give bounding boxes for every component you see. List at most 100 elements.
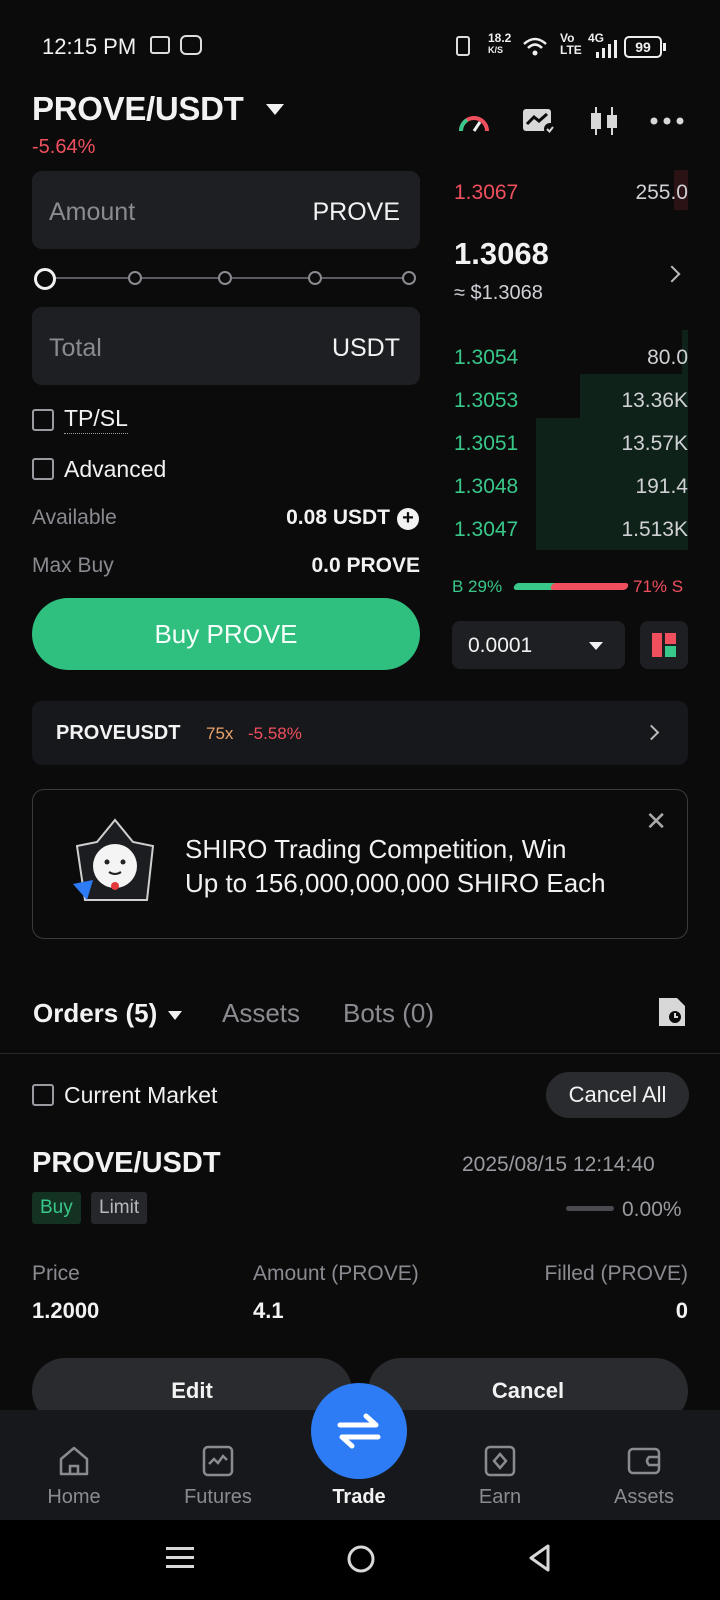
pair-caret-icon[interactable] xyxy=(266,104,284,115)
pair-selector[interactable]: PROVE/USDT xyxy=(32,90,244,128)
calendar-icon xyxy=(150,36,170,54)
chevron-right-icon[interactable] xyxy=(663,265,681,283)
vibrate-icon xyxy=(456,36,470,56)
volte: Vo LTE xyxy=(560,32,582,56)
ask-qty: 255.0 xyxy=(635,181,688,204)
promo-banner[interactable]: SHIRO Trading Competition, Win Up to 156… xyxy=(32,789,688,939)
total-unit: USDT xyxy=(331,334,400,362)
tpsl-checkbox[interactable] xyxy=(32,409,54,431)
book-layout-icon xyxy=(652,633,676,657)
earn-icon xyxy=(483,1444,517,1478)
slider-step-75[interactable] xyxy=(308,271,322,285)
deposit-plus-icon[interactable]: + xyxy=(397,508,419,530)
amount-slider-knob[interactable] xyxy=(34,268,56,290)
volte-bottom: LTE xyxy=(560,43,582,57)
book-layout-button[interactable] xyxy=(640,621,688,669)
cancel-all-button[interactable]: Cancel All xyxy=(546,1072,689,1118)
futures-change: -5.58% xyxy=(248,724,302,743)
trade-button[interactable] xyxy=(311,1383,407,1479)
current-market-label[interactable]: Current Market xyxy=(64,1082,217,1109)
order-pair[interactable]: PROVE/USDT xyxy=(32,1147,221,1180)
notification-icon xyxy=(180,35,202,55)
order-history-icon[interactable] xyxy=(657,996,687,1033)
bid-price[interactable]: 1.3048 xyxy=(454,475,518,499)
bid-price[interactable]: 1.3053 xyxy=(454,389,518,413)
promo-line-2: Up to 156,000,000,000 SHIRO Each xyxy=(185,868,606,898)
futures-link[interactable]: PROVEUSDT 75x -5.58% xyxy=(32,701,688,765)
nav-futures[interactable]: Futures xyxy=(163,1410,273,1520)
battery-icon: 99 xyxy=(624,36,662,58)
sell-ratio-bar xyxy=(549,583,630,590)
tab-bots[interactable]: Bots (0) xyxy=(343,998,434,1029)
signal-icon xyxy=(596,40,617,58)
slider-step-50[interactable] xyxy=(218,271,232,285)
amount-unit: PROVE xyxy=(312,198,400,226)
bid-qty: 191.4 xyxy=(635,475,688,498)
menu-icon[interactable] xyxy=(166,1544,194,1572)
chart-check-icon[interactable] xyxy=(520,104,558,138)
amount-placeholder: Amount xyxy=(49,198,136,226)
home-circle-icon[interactable] xyxy=(346,1544,376,1574)
futures-icon xyxy=(201,1444,235,1478)
status-time: 12:15 PM xyxy=(42,34,137,59)
total-field[interactable]: Total USDT xyxy=(32,307,420,385)
bid-price[interactable]: 1.3051 xyxy=(454,432,518,456)
available-label: Available xyxy=(32,506,117,529)
buy-button[interactable]: Buy PROVE xyxy=(32,598,420,670)
bid-price[interactable]: 1.3047 xyxy=(454,518,518,542)
amount-header: Amount (PROVE) xyxy=(253,1262,419,1285)
net-speed-unit: K/S xyxy=(488,45,504,55)
tpsl-label[interactable]: TP/SL xyxy=(64,405,128,434)
nav-home[interactable]: Home xyxy=(19,1410,129,1520)
futures-name: PROVEUSDT xyxy=(56,722,181,744)
last-price-usd: ≈ $1.3068 xyxy=(454,282,543,304)
net-speed: 18.2 K/S xyxy=(488,32,511,56)
gauge-icon[interactable] xyxy=(455,104,493,138)
sell-ratio: 71% S xyxy=(633,577,684,596)
system-nav-bar xyxy=(0,1520,720,1600)
current-market-checkbox[interactable] xyxy=(32,1084,54,1106)
shiro-cat-icon xyxy=(73,818,155,901)
last-price[interactable]: 1.3068 xyxy=(454,236,549,272)
advanced-checkbox[interactable] xyxy=(32,458,54,480)
price-header: Price xyxy=(32,1262,80,1285)
nav-earn-label: Earn xyxy=(478,1486,522,1508)
home-icon xyxy=(57,1444,91,1478)
futures-leverage: 75x xyxy=(206,724,234,743)
tab-assets[interactable]: Assets xyxy=(222,998,300,1029)
net-speed-value: 18.2 xyxy=(488,31,512,45)
total-placeholder: Total xyxy=(49,334,102,362)
maxbuy-value: 0.0 PROVE xyxy=(311,554,420,577)
pair-change: -5.64% xyxy=(32,136,96,158)
nav-earn[interactable]: Earn xyxy=(445,1410,555,1520)
precision-select[interactable]: 0.0001 xyxy=(452,621,625,669)
status-bar: 12:15 PM 18.2 K/S Vo LTE 4G 99 xyxy=(0,0,720,90)
chevron-right-icon xyxy=(643,724,660,741)
order-amount: 4.1 xyxy=(253,1298,284,1323)
nav-futures-label: Futures xyxy=(184,1486,252,1508)
order-fill-percent: 0.00% xyxy=(622,1198,682,1221)
tab-orders[interactable]: Orders (5) xyxy=(33,998,157,1029)
ask-price[interactable]: 1.3067 xyxy=(454,181,518,205)
order-fill-bar xyxy=(566,1206,614,1211)
promo-text: SHIRO Trading Competition, Win Up to 156… xyxy=(185,832,606,900)
candlestick-icon[interactable] xyxy=(585,104,623,138)
more-icon[interactable] xyxy=(648,104,686,138)
close-icon[interactable]: ✕ xyxy=(645,806,667,837)
tabs-divider xyxy=(0,1053,720,1054)
nav-assets[interactable]: Assets xyxy=(589,1410,699,1520)
bid-qty: 13.36K xyxy=(621,389,688,412)
back-icon[interactable] xyxy=(526,1543,554,1573)
promo-line-1: SHIRO Trading Competition, Win xyxy=(185,834,567,864)
advanced-label[interactable]: Advanced xyxy=(64,456,166,483)
bid-price[interactable]: 1.3054 xyxy=(454,346,518,370)
slider-step-100[interactable] xyxy=(402,271,416,285)
available-value: 0.08 USDT xyxy=(286,506,390,529)
slider-step-25[interactable] xyxy=(128,271,142,285)
orders-caret-icon[interactable] xyxy=(168,1011,182,1020)
order-type-badge: Limit xyxy=(91,1192,148,1224)
order-time: 2025/08/15 12:14:40 xyxy=(462,1153,655,1176)
maxbuy-label: Max Buy xyxy=(32,554,114,577)
amount-field[interactable]: Amount PROVE xyxy=(32,171,420,249)
precision-value: 0.0001 xyxy=(468,634,533,657)
